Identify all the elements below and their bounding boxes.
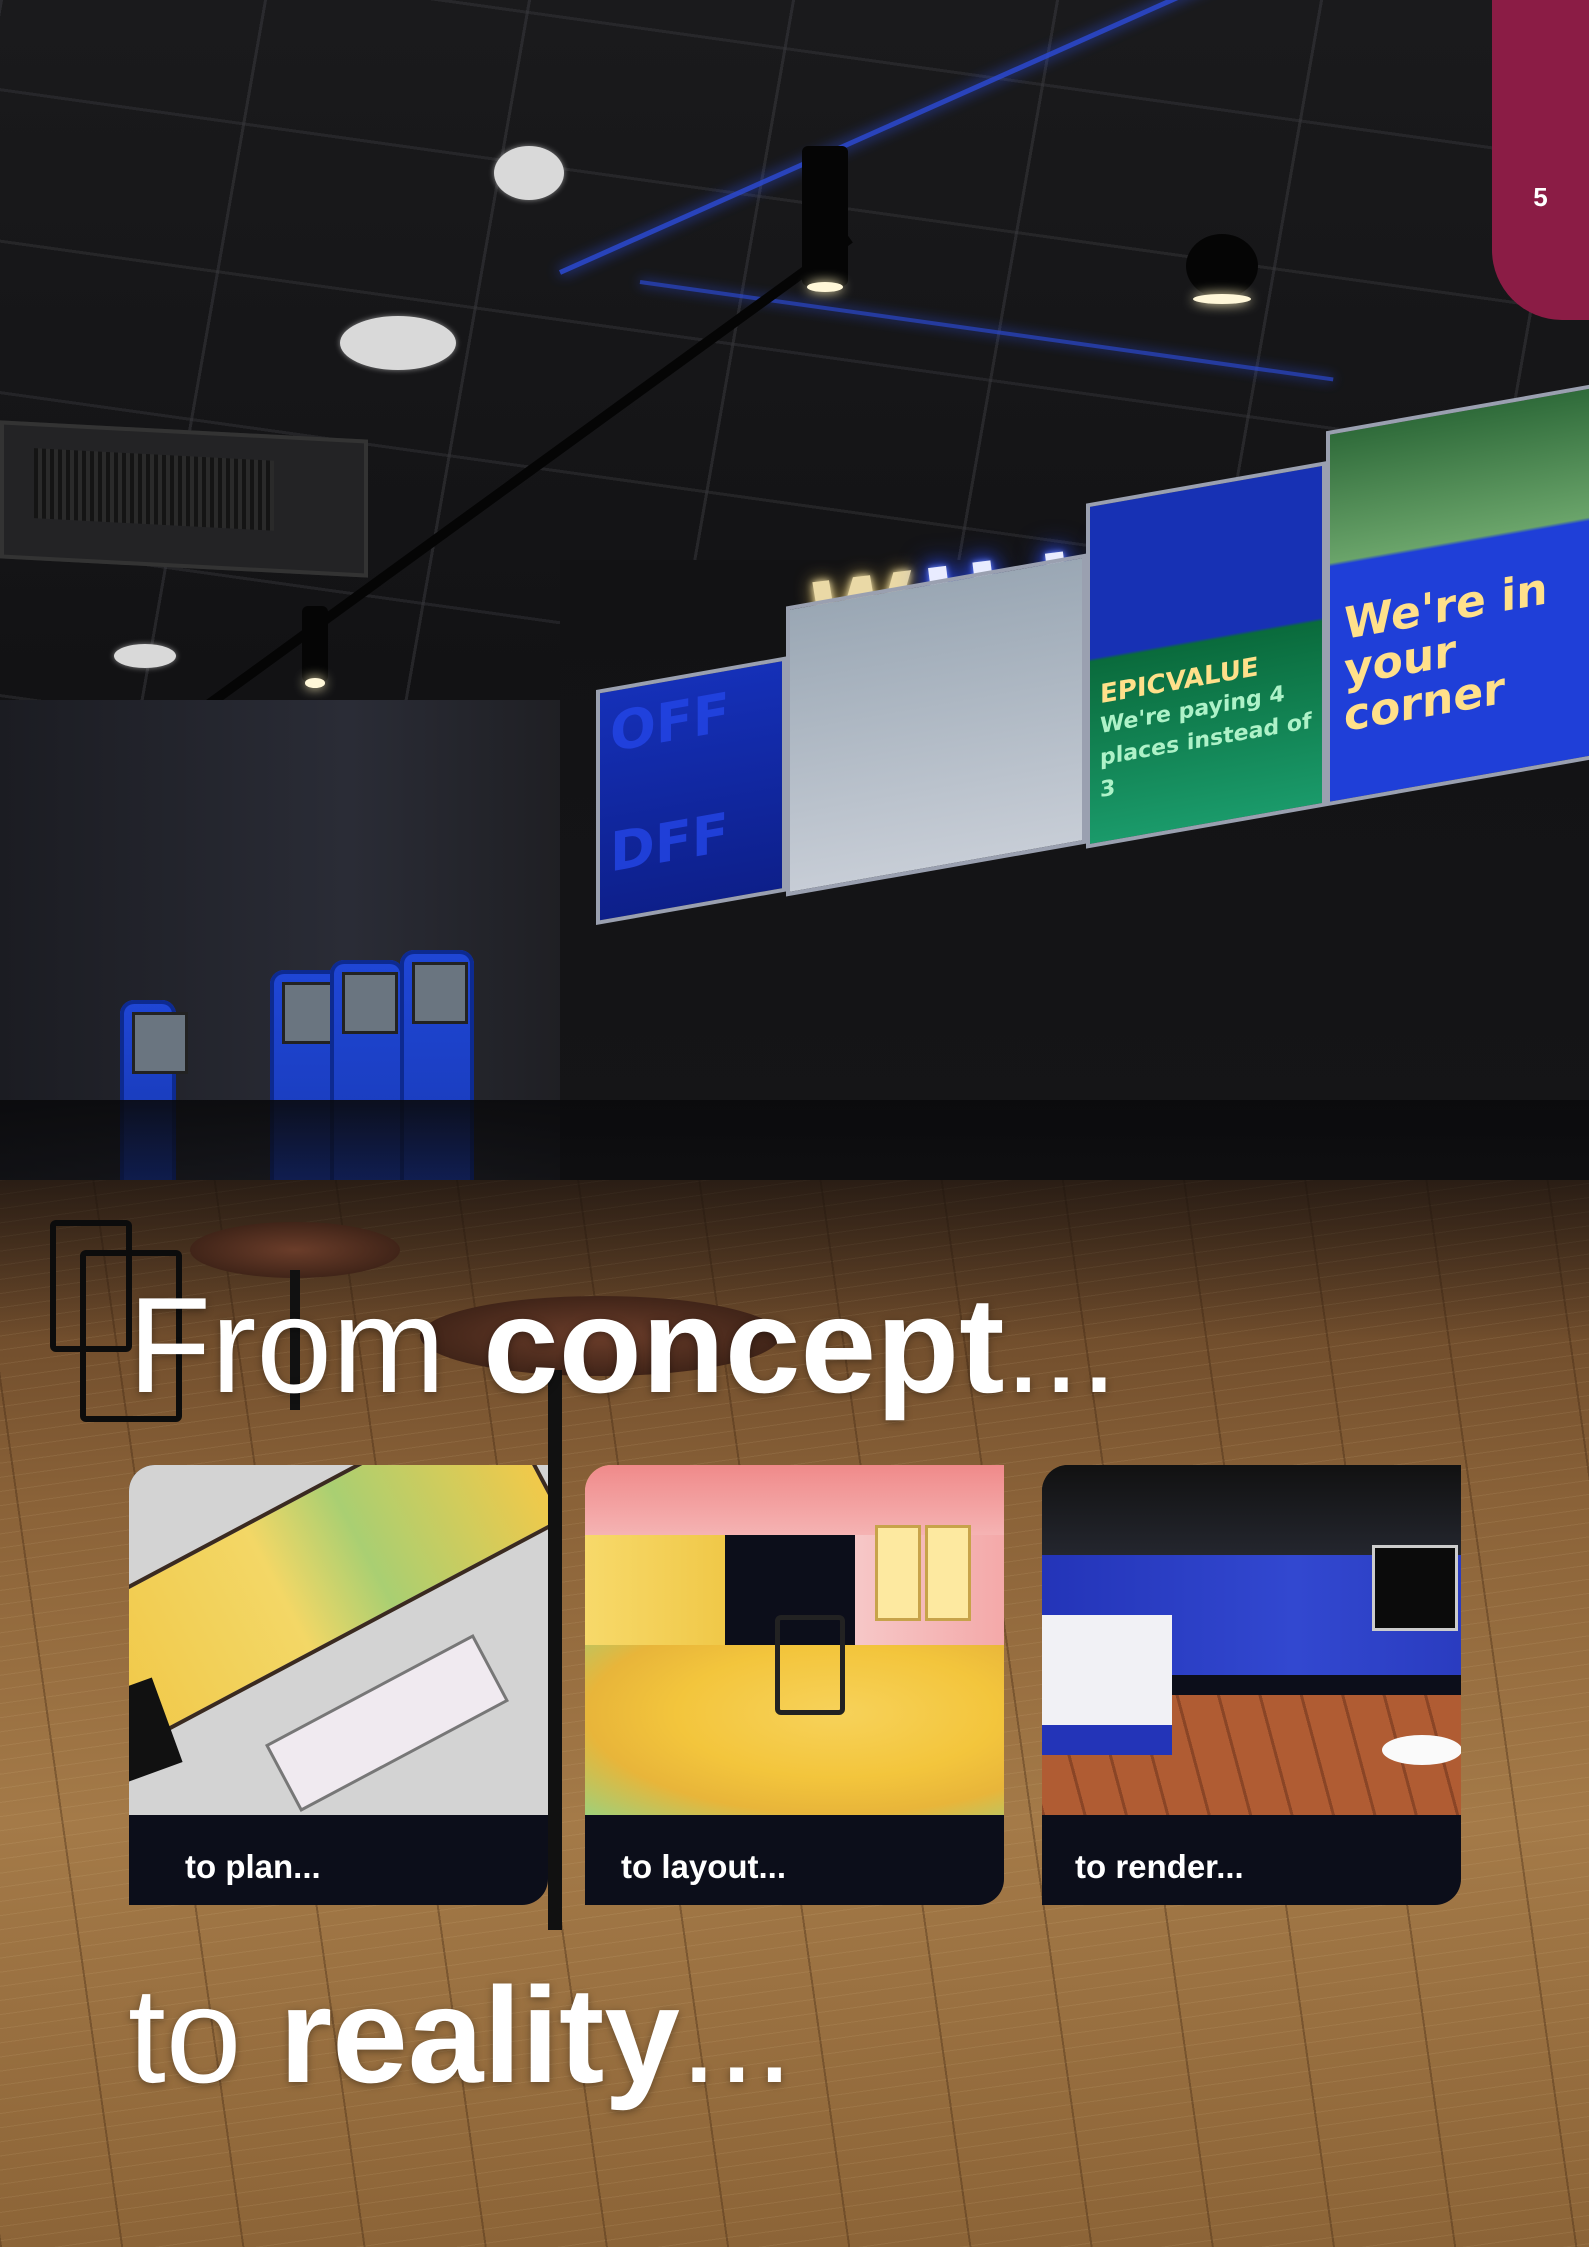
- layout-image: [585, 1465, 1004, 1815]
- ceiling-spotlight: [302, 606, 328, 688]
- ceiling-spotlight: [802, 146, 848, 292]
- headline-bold: reality: [279, 1959, 680, 2111]
- page-tab: [1492, 0, 1589, 320]
- card-caption: to plan...: [185, 1848, 321, 1885]
- card-render: to render...: [1042, 1465, 1461, 1905]
- headline-ellipsis: ...: [1004, 1269, 1118, 1421]
- air-conditioning-unit: [0, 420, 368, 578]
- headline-from-concept: From concept...: [128, 1270, 1118, 1420]
- headline-light: to: [128, 1959, 280, 2111]
- headline-bold: concept: [483, 1269, 1005, 1421]
- card-plan: to plan...: [129, 1465, 548, 1905]
- security-camera: [1186, 234, 1258, 304]
- headline-light: From: [128, 1269, 484, 1421]
- screen-safer-gambling: We're in your corner: [1326, 381, 1589, 807]
- screen-text: DFF: [610, 800, 729, 885]
- card-caption: to render...: [1075, 1848, 1244, 1885]
- ceiling-detector: [494, 146, 564, 200]
- screen-results: OFF DFF: [596, 656, 786, 925]
- screen-promo-text: EPICVALUE We're paying 4 places instead …: [1100, 652, 1312, 804]
- headline-to-reality: to reality...: [128, 1960, 793, 2110]
- ceiling-speaker: [340, 316, 456, 370]
- floor-plan-image: [129, 1465, 548, 1815]
- headline-ellipsis: ...: [679, 1959, 794, 2111]
- page: WH LIVE OFF DFF EPICVALUE We're paying 4…: [0, 0, 1589, 2247]
- card-layout: to layout...: [585, 1465, 1004, 1905]
- ceiling-detector: [114, 644, 176, 668]
- card-caption: to layout...: [621, 1848, 786, 1885]
- render-image: [1042, 1465, 1461, 1815]
- screen-race: [786, 553, 1086, 897]
- table-pole: [548, 1370, 562, 1930]
- screen-slogan: We're in your corner: [1344, 563, 1548, 743]
- screen-text: OFF: [610, 680, 730, 765]
- page-number: 5: [1533, 182, 1548, 212]
- screen-odds: EPICVALUE We're paying 4 places instead …: [1086, 461, 1326, 849]
